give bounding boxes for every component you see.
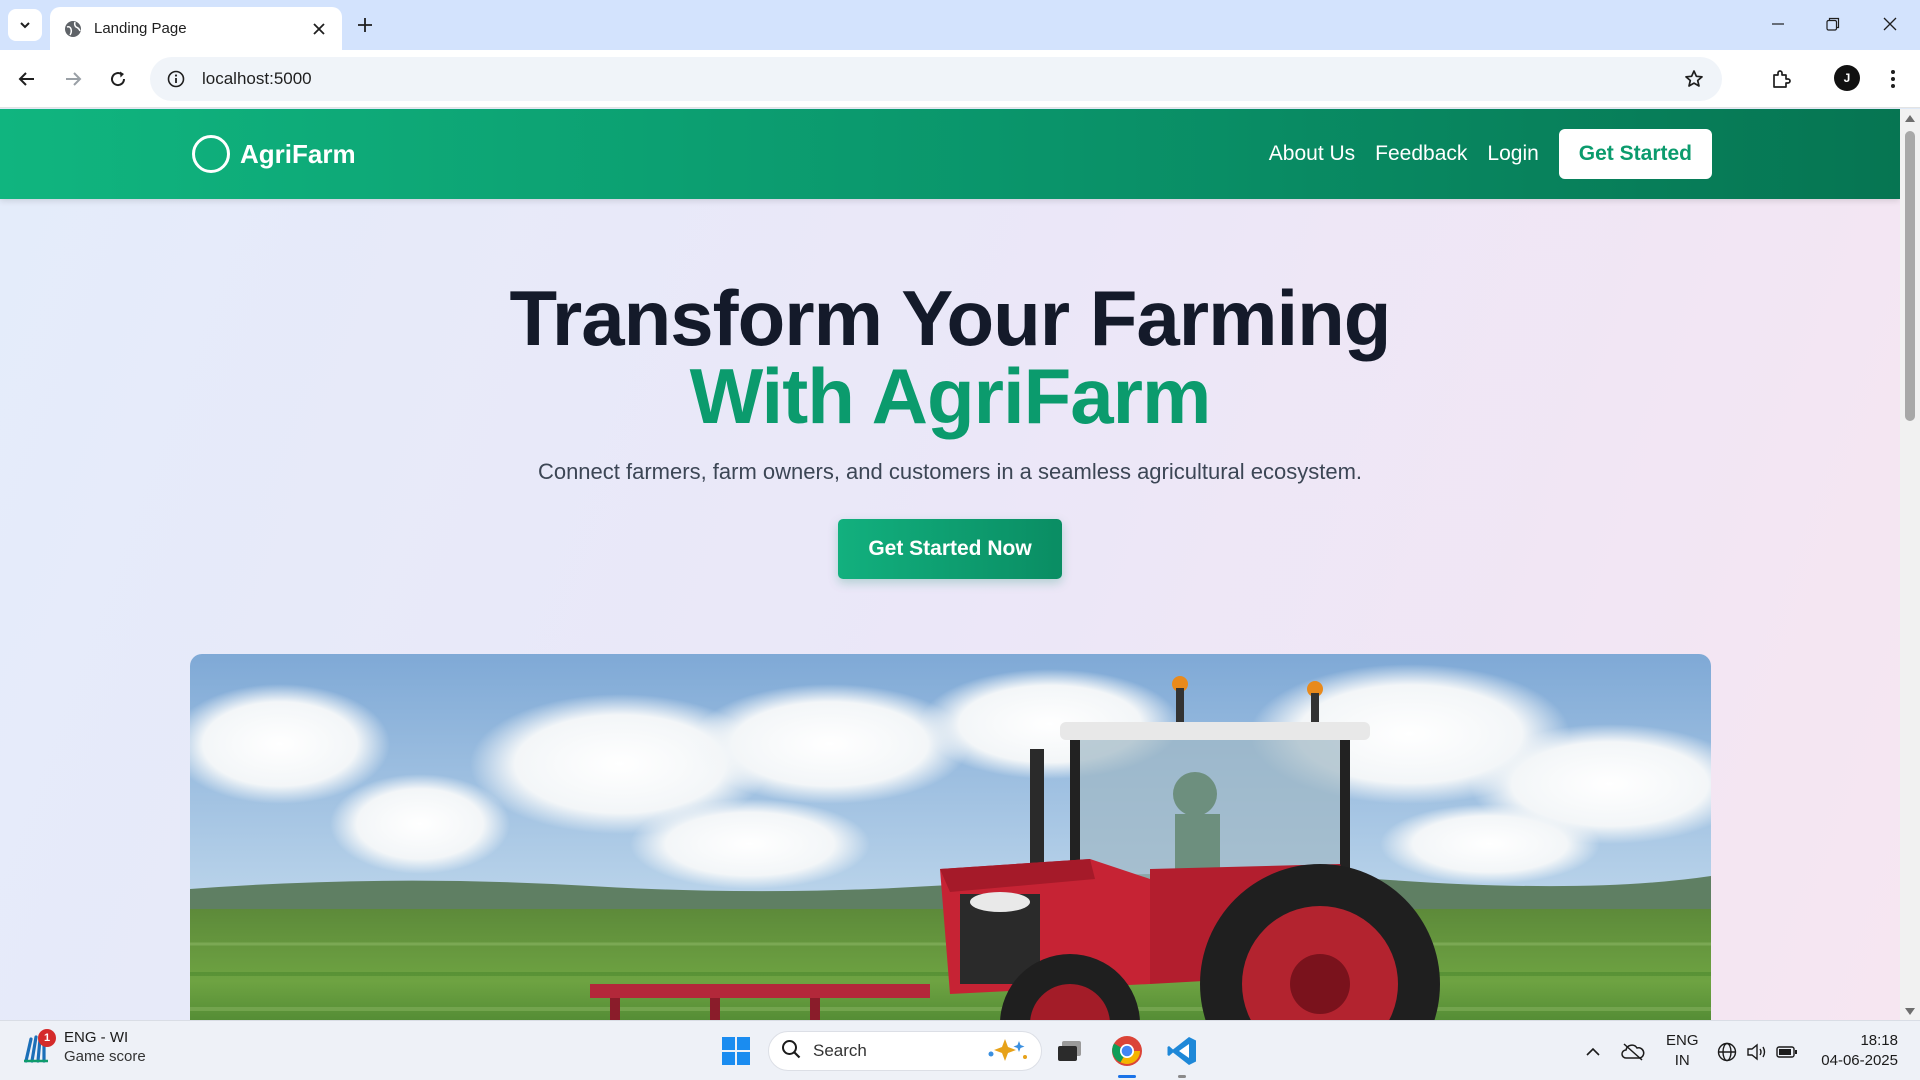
reload-icon[interactable] (102, 63, 134, 95)
logo-circle-icon (192, 135, 230, 173)
bookmark-star-icon[interactable] (1680, 65, 1708, 93)
chrome-active-indicator (1118, 1075, 1136, 1078)
url-text[interactable]: localhost:5000 (202, 69, 1680, 89)
hero-title: Transform Your Farming With AgriFarm (0, 279, 1900, 435)
tray-overflow-chevron-icon[interactable] (1580, 1039, 1606, 1065)
profile-avatar[interactable]: J (1834, 65, 1860, 91)
vscode-app-icon[interactable] (1162, 1031, 1202, 1071)
copilot-sparkle-icon (985, 1037, 1029, 1066)
volume-speaker-icon[interactable] (1744, 1039, 1770, 1065)
search-icon (781, 1039, 801, 1064)
back-arrow-icon[interactable] (11, 63, 43, 95)
tab-search-chevron-icon[interactable] (8, 9, 42, 41)
system-clock[interactable]: 18:18 04-06-2025 (1808, 1031, 1898, 1071)
new-tab-plus-icon[interactable] (352, 12, 378, 38)
browser-tab-active[interactable]: Landing Page (50, 7, 342, 50)
os-taskbar: 1 ENG - WI Game score Search ENG IN 18:1… (0, 1020, 1920, 1080)
battery-icon[interactable] (1774, 1039, 1800, 1065)
clock-date: 04-06-2025 (1821, 1052, 1898, 1069)
close-tab-icon[interactable] (308, 18, 330, 40)
browser-tab-strip: Landing Page (0, 0, 1920, 50)
site-header: AgriFarm About Us Feedback Login Get Sta… (0, 109, 1900, 199)
get-started-button[interactable]: Get Started (1558, 129, 1712, 179)
page-scrollbar[interactable] (1900, 109, 1920, 1020)
search-label: Search (813, 1041, 867, 1060)
hero-subtitle: Connect farmers, farm owners, and custom… (537, 459, 1363, 484)
hero-tractor-image (190, 654, 1711, 1020)
region-code: IN (1674, 1052, 1690, 1069)
tab-title: Landing Page (94, 20, 187, 37)
nav-link-feedback[interactable]: Feedback (1375, 129, 1467, 179)
close-window-icon[interactable] (1862, 8, 1918, 40)
taskbar-search-box[interactable]: Search (768, 1031, 1042, 1071)
restore-window-icon[interactable] (1805, 8, 1861, 40)
globe-icon (64, 20, 82, 38)
widget-title: ENG - WI (64, 1029, 129, 1046)
browser-toolbar: localhost:5000 (0, 50, 1920, 108)
site-info-icon[interactable] (164, 67, 188, 91)
page-viewport: AgriFarm About Us Feedback Login Get Sta… (0, 109, 1900, 1020)
main-nav: About Us Feedback Login Get Started (1249, 129, 1712, 179)
windows-start-icon[interactable] (716, 1031, 756, 1071)
scroll-down-arrow-icon[interactable] (1905, 1007, 1915, 1017)
nav-link-about-us[interactable]: About Us (1269, 129, 1355, 179)
clock-time: 18:18 (1860, 1032, 1898, 1049)
vscode-running-indicator (1178, 1075, 1186, 1078)
cricket-score-icon: 1 (22, 1029, 56, 1065)
language-code: ENG (1666, 1032, 1699, 1049)
hero-title-line2: With AgriFarm (689, 352, 1212, 440)
minimize-window-icon[interactable] (1750, 8, 1806, 40)
address-bar[interactable]: localhost:5000 (150, 57, 1722, 101)
onedrive-offline-icon[interactable] (1620, 1039, 1646, 1065)
browser-menu-kebab-icon[interactable] (1877, 63, 1909, 95)
task-view-icon[interactable] (1050, 1031, 1090, 1071)
input-language-indicator[interactable]: ENG IN (1666, 1031, 1699, 1071)
scroll-up-arrow-icon[interactable] (1905, 113, 1915, 123)
extensions-puzzle-icon[interactable] (1765, 63, 1797, 95)
brand-logo[interactable]: AgriFarm (192, 135, 356, 173)
get-started-now-button[interactable]: Get Started Now (838, 519, 1062, 579)
network-globe-icon[interactable] (1714, 1039, 1740, 1065)
chrome-app-icon[interactable] (1107, 1031, 1147, 1071)
notification-badge: 1 (38, 1029, 56, 1047)
hero-section: Transform Your Farming With AgriFarm Con… (0, 279, 1900, 579)
widget-subtitle: Game score (64, 1048, 146, 1065)
brand-name: AgriFarm (240, 138, 356, 169)
hero-title-line1: Transform Your Farming (509, 274, 1392, 362)
scrollbar-thumb[interactable] (1905, 131, 1915, 421)
forward-arrow-icon[interactable] (57, 63, 89, 95)
weather-widget[interactable]: 1 ENG - WI Game score (22, 1029, 146, 1067)
nav-link-login[interactable]: Login (1487, 129, 1538, 179)
